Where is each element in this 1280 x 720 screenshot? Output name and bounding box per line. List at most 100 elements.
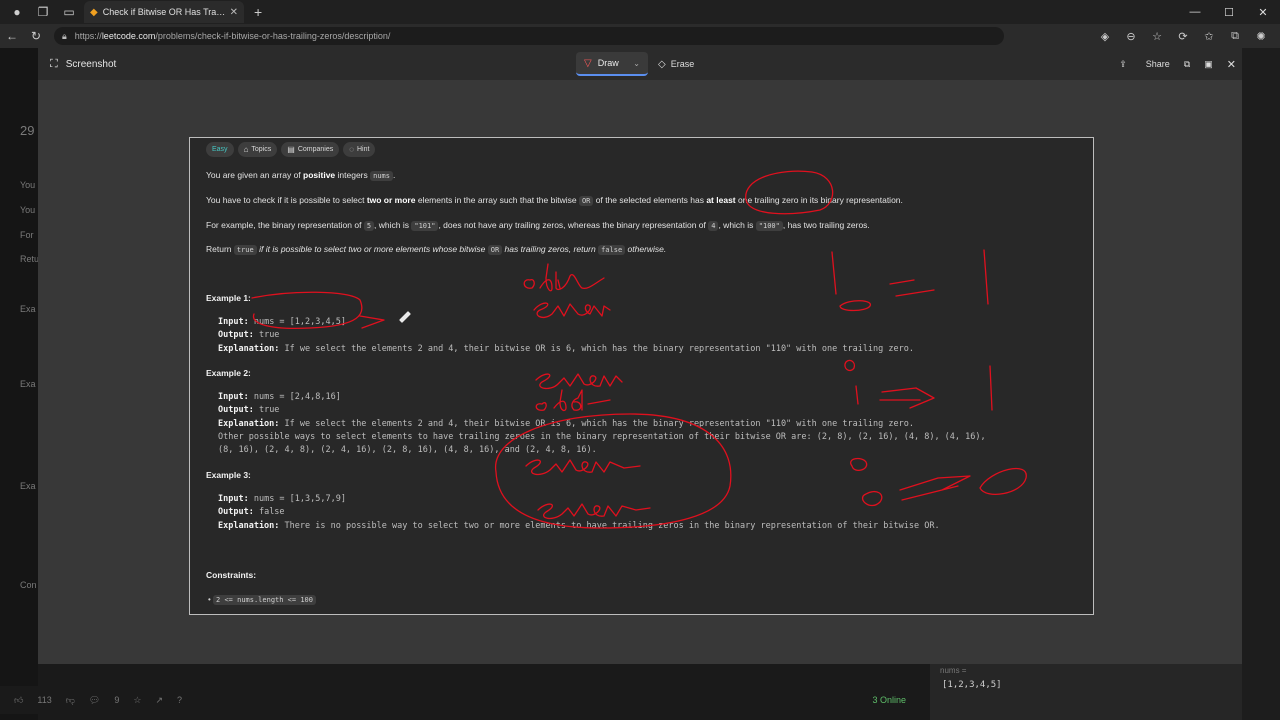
explanation-value: If we select the elements 2 and 4, their… xyxy=(284,344,914,354)
text-fragment: Exa xyxy=(20,304,36,314)
inline-code: OR xyxy=(487,245,503,255)
annotation-circle-at-least xyxy=(745,170,834,215)
collections-toolbar-icon[interactable]: ⧉ xyxy=(1222,30,1248,43)
example-2-explanation: Explanation: If we select the elements 2… xyxy=(218,419,914,429)
pen-annotations xyxy=(251,170,1027,529)
text: Return xyxy=(206,244,234,254)
dislike-icon[interactable]: 👎︎ xyxy=(66,695,75,706)
close-icon[interactable]: ✕ xyxy=(1227,58,1236,71)
text-fragment: For xyxy=(20,230,34,240)
annotation-arrow xyxy=(359,315,385,329)
screenshot-title: ⛶ Screenshot xyxy=(50,58,116,71)
text: , has two trailing zeros. xyxy=(782,220,870,230)
annotation-result-one xyxy=(983,249,989,305)
copy-icon[interactable]: ⧉ xyxy=(1184,59,1190,70)
online-count: 3 Online xyxy=(872,695,906,705)
maximize-icon[interactable]: ☐ xyxy=(1212,0,1246,24)
text: . xyxy=(392,170,396,180)
erase-label: Erase xyxy=(670,59,695,69)
copilot-icon[interactable]: ✺ xyxy=(1248,30,1274,43)
inline-code: OR xyxy=(578,196,594,206)
save-icon[interactable]: ▣ xyxy=(1204,59,1213,70)
output-label: Output: xyxy=(218,330,254,340)
italic-text: otherwise. xyxy=(625,244,667,254)
favorite-star-icon[interactable]: ☆ xyxy=(1144,30,1170,43)
reader-icon[interactable]: ⊖ xyxy=(1118,30,1144,43)
like-icon[interactable]: 👍︎ xyxy=(14,695,23,706)
explanation-label: Explanation: xyxy=(218,521,280,531)
bold-text: positive xyxy=(303,170,336,180)
problem-number-fragment: 29 xyxy=(20,123,35,138)
output-label: Output: xyxy=(218,405,254,415)
screenshot-toolbar: ⛶ Screenshot ▽ Draw ⌄ ◇ Erase ⇪ Share ⧉ ▣… xyxy=(38,48,1242,80)
window-close-icon[interactable]: ✕ xyxy=(1246,0,1280,24)
annotation-digit-one-2 xyxy=(855,385,859,405)
inline-code: "100" xyxy=(755,221,783,231)
window-controls: — ☐ ✕ xyxy=(1178,0,1280,24)
testcase-value[interactable]: [1,2,3,4,5] xyxy=(942,680,1002,690)
pen-icon: ▽ xyxy=(584,57,592,69)
share-out-icon[interactable]: ↗ xyxy=(155,695,163,706)
inline-code: nums xyxy=(370,171,393,181)
back-icon[interactable]: ← xyxy=(0,24,24,48)
browser-refresh-icon[interactable]: ⟳ xyxy=(1170,30,1196,43)
example-1-title: Example 1: xyxy=(206,293,251,303)
help-icon[interactable]: ? xyxy=(177,695,182,705)
text: integers xyxy=(335,170,371,180)
hint-chip[interactable]: ◌ Hint xyxy=(343,142,376,157)
annotation-word-even-3 xyxy=(525,459,641,476)
erase-button[interactable]: ◇ Erase xyxy=(658,59,694,70)
text: For example, the binary representation o… xyxy=(206,220,364,230)
inline-code: 5 xyxy=(363,221,375,231)
drawing-tools: ▽ Draw ⌄ ◇ Erase xyxy=(576,52,694,76)
browser-tab-active[interactable]: ◆ Check if Bitwise OR Has Trailing Z... … xyxy=(84,1,244,23)
refresh-icon[interactable]: ↻ xyxy=(24,24,48,48)
description-line-1: You are given an array of positive integ… xyxy=(206,170,396,181)
difficulty-badge[interactable]: Easy xyxy=(206,142,234,157)
companies-chip[interactable]: ▤ Companies xyxy=(281,142,340,157)
minimize-icon[interactable]: — xyxy=(1178,0,1212,24)
tab-actions-icon[interactable]: ▭ xyxy=(60,3,78,21)
draw-button[interactable]: ▽ Draw ⌄ xyxy=(576,52,648,76)
example-1-explanation: Explanation: If we select the elements 2… xyxy=(218,344,914,354)
comment-icon[interactable]: 💬︎ xyxy=(89,695,100,706)
output-label: Output: xyxy=(218,507,254,517)
extension-icon[interactable]: ◈ xyxy=(1092,30,1118,43)
annotation-arrow-implies xyxy=(879,387,935,409)
new-tab-icon[interactable]: + xyxy=(254,4,262,20)
example-3-output: Output: false xyxy=(218,507,285,517)
eraser-icon: ◇ xyxy=(658,58,666,70)
lock-icon[interactable]: 🔒︎ xyxy=(62,31,67,42)
constraint-item: • 2 <= nums.length <= 100 xyxy=(208,595,316,605)
explanation-label: Explanation: xyxy=(218,419,280,429)
testcase-label: nums = xyxy=(940,666,967,675)
description-line-4: Return true if it is possible to select … xyxy=(206,244,667,255)
share-button[interactable]: ⇪ Share xyxy=(1105,59,1170,70)
collections-icon[interactable]: ❐ xyxy=(34,3,52,21)
text: of the selected elements has xyxy=(593,195,707,205)
tab-close-icon[interactable]: ✕ xyxy=(230,7,238,18)
explanation-value: If we select the elements 2 and 4, their… xyxy=(284,419,914,429)
output-value: true xyxy=(258,330,280,340)
annotation-word-odd xyxy=(523,263,605,292)
star-icon[interactable]: ☆ xyxy=(133,695,141,706)
problem-panel-edge: 29 You You For Retu Exa Exa Exa Con xyxy=(0,48,39,720)
tag-icon: ⌂ xyxy=(243,145,249,154)
draw-label: Draw xyxy=(597,58,619,68)
chevron-down-icon[interactable]: ⌄ xyxy=(633,59,640,68)
explanation-label: Explanation: xyxy=(218,344,280,354)
constraints-title: Constraints: xyxy=(206,570,257,580)
example-2-extra-line-2: (8, 16), (2, 4, 8), (2, 4, 16), (2, 8, 1… xyxy=(218,445,597,455)
browser-toolbar-icons: ◈ ⊖ ☆ ⟳ ✩ ⧉ ✺ xyxy=(1092,30,1274,43)
profile-icon[interactable]: ● xyxy=(8,3,26,21)
url-path: /problems/check-if-bitwise-or-has-traili… xyxy=(155,31,391,41)
address-bar-row: ← ↻ 🔒︎ https://leetcode.com/problems/che… xyxy=(0,24,1280,48)
bold-text: at least xyxy=(706,195,736,205)
testcase-panel: nums = [1,2,3,4,5] xyxy=(930,664,1242,720)
url-field[interactable]: 🔒︎ https://leetcode.com/problems/check-i… xyxy=(54,27,1004,45)
text-fragment: Con xyxy=(20,580,37,590)
captured-screenshot: Easy ⌂ Topics ▤ Companies ◌ Hint You are gi… xyxy=(189,137,1094,615)
favorites-icon[interactable]: ✩ xyxy=(1196,30,1222,43)
problem-footer: 👍︎ 113 👎︎ 💬︎ 9 ☆ ↗ ? 3 Online xyxy=(0,686,930,714)
topics-chip[interactable]: ⌂ Topics xyxy=(237,142,278,157)
